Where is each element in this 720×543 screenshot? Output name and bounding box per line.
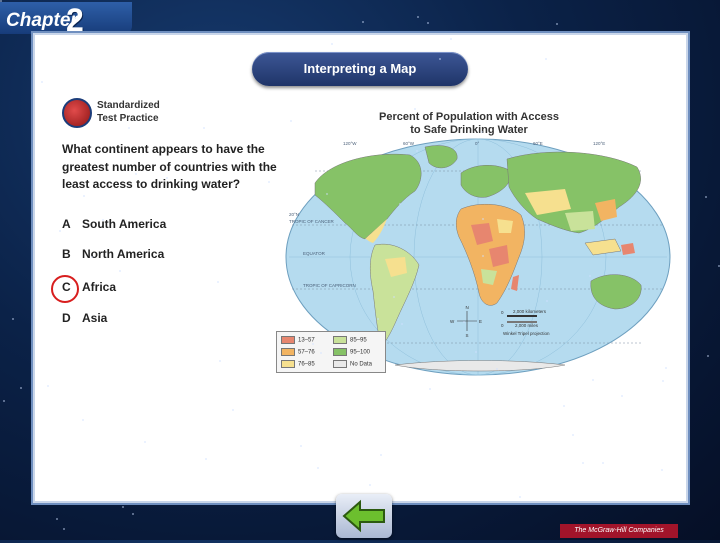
map-legend: 13–57 57–76 76–85 85–95 95–100 No Data bbox=[276, 331, 386, 373]
back-button[interactable] bbox=[336, 494, 392, 538]
star bbox=[20, 387, 23, 390]
answer-d[interactable]: D Asia bbox=[62, 311, 107, 325]
test-practice-label: Standardized Test Practice bbox=[97, 99, 177, 125]
back-arrow-icon bbox=[342, 499, 385, 533]
lon-label-120w: 120°W bbox=[343, 141, 357, 146]
answer-letter: A bbox=[62, 217, 71, 231]
answer-text: South America bbox=[82, 217, 167, 231]
star bbox=[41, 80, 44, 83]
star bbox=[601, 461, 604, 464]
answer-c[interactable]: C Africa bbox=[62, 280, 116, 294]
legend-item: No Data bbox=[333, 360, 372, 368]
compass-s: S bbox=[466, 333, 469, 338]
chapter-tab: Chapter 2 bbox=[0, 2, 132, 38]
test-practice-line2: Test Practice bbox=[97, 113, 159, 124]
label-equator: EQUATOR bbox=[303, 251, 326, 256]
star bbox=[132, 512, 135, 515]
star bbox=[55, 518, 58, 521]
lon-label-60w: 60°W bbox=[403, 141, 415, 146]
question-text: What continent appears to have the great… bbox=[62, 142, 277, 191]
star bbox=[717, 265, 720, 268]
legend-item: 13–57 bbox=[281, 336, 315, 344]
star bbox=[416, 15, 419, 18]
star bbox=[495, 368, 498, 371]
chapter-number: 2 bbox=[66, 2, 84, 38]
star bbox=[427, 21, 430, 24]
star bbox=[661, 379, 664, 382]
star bbox=[121, 505, 124, 508]
lat-label-20n: 20°N bbox=[289, 212, 299, 217]
answer-a[interactable]: A South America bbox=[62, 217, 166, 231]
star bbox=[544, 58, 547, 61]
star bbox=[289, 119, 292, 122]
lon-label-0: 0° bbox=[475, 141, 480, 146]
star bbox=[392, 295, 395, 298]
slide-title-text: Interpreting a Map bbox=[303, 61, 417, 76]
star bbox=[63, 528, 66, 531]
star bbox=[707, 354, 710, 357]
star bbox=[620, 395, 623, 398]
map-title-line1: Percent of Population with Access bbox=[379, 111, 559, 123]
answer-text: Asia bbox=[82, 311, 108, 325]
label-tropic-cancer: TROPIC OF CANCER bbox=[289, 219, 335, 224]
star bbox=[571, 434, 574, 437]
star bbox=[449, 38, 452, 41]
projection-label: Winkel Tripel projection bbox=[503, 331, 550, 336]
test-practice-line1: Standardized bbox=[97, 100, 160, 111]
answer-text: Africa bbox=[82, 280, 117, 294]
legend-item: 85–95 bbox=[333, 336, 367, 344]
star bbox=[362, 20, 365, 23]
answer-letter: B bbox=[62, 247, 71, 261]
star bbox=[11, 318, 14, 321]
star bbox=[3, 399, 6, 402]
scale-mi-label: 2,000 miles bbox=[515, 323, 539, 328]
star bbox=[400, 322, 403, 325]
legend-item: 57–76 bbox=[281, 348, 315, 356]
answer-text: North America bbox=[82, 247, 165, 261]
label-tropic-capricorn: TROPIC OF CAPRICORN bbox=[303, 283, 356, 288]
answer-letter: D bbox=[62, 311, 71, 325]
compass-n: N bbox=[466, 305, 469, 310]
lon-label-120e: 120°E bbox=[593, 141, 605, 146]
publisher-logo: The McGraw-Hill Companies bbox=[560, 524, 678, 538]
scale-km-label: 2,000 kilometers bbox=[513, 309, 547, 314]
lon-label-60e: 60°E bbox=[533, 141, 543, 146]
star bbox=[118, 269, 121, 272]
answer-letter: C bbox=[62, 280, 71, 294]
star bbox=[0, 0, 2, 2]
star bbox=[474, 351, 477, 354]
compass-e: E bbox=[479, 319, 482, 324]
star bbox=[311, 342, 314, 345]
star bbox=[480, 130, 483, 133]
globe-icon bbox=[62, 98, 92, 128]
star bbox=[413, 107, 416, 110]
answer-b[interactable]: B North America bbox=[62, 247, 164, 261]
legend-item: 95–100 bbox=[333, 348, 370, 356]
slide-title: Interpreting a Map bbox=[252, 52, 468, 86]
star bbox=[704, 196, 707, 199]
star bbox=[660, 468, 663, 471]
star bbox=[556, 22, 559, 25]
star bbox=[325, 193, 328, 196]
star bbox=[231, 409, 234, 412]
legend-item: 76–85 bbox=[281, 360, 315, 368]
